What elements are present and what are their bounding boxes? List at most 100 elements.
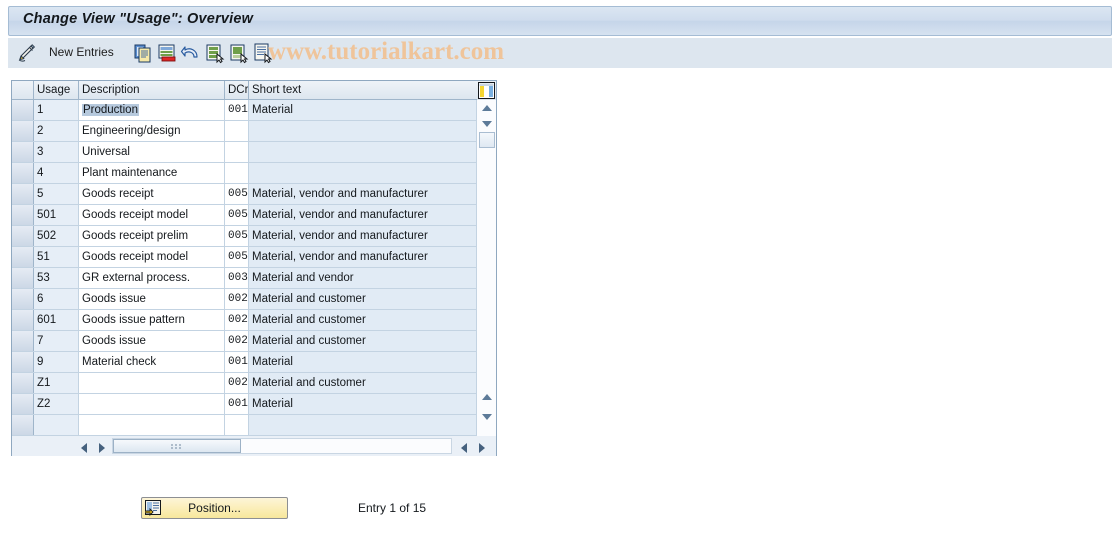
row-selector-cell[interactable] bbox=[12, 184, 34, 204]
table-row[interactable]: 9 Material check 001 Material bbox=[12, 352, 476, 373]
cell-short: Material, vendor and manufacturer bbox=[249, 247, 476, 267]
usage-table: Usage Description DCr Short text 1 Produc… bbox=[11, 80, 497, 456]
pencil-icon[interactable] bbox=[16, 42, 38, 64]
cell-short: Material and customer bbox=[249, 331, 476, 351]
cell-dcr: 003 bbox=[225, 268, 249, 288]
row-selector-cell[interactable] bbox=[12, 331, 34, 351]
cell-desc[interactable]: Goods issue pattern bbox=[79, 310, 225, 330]
table-row[interactable]: 6 Goods issue 002 Material and customer bbox=[12, 289, 476, 310]
vertical-scrollbar-thumb[interactable] bbox=[479, 132, 495, 148]
row-selector-cell[interactable] bbox=[12, 100, 34, 120]
table-row[interactable]: 3 Universal bbox=[12, 142, 476, 163]
cell-dcr: 005 bbox=[225, 247, 249, 267]
new-entries-button[interactable]: New Entries bbox=[49, 45, 114, 59]
cell-dcr bbox=[225, 121, 249, 141]
scroll-left-button[interactable] bbox=[76, 438, 92, 454]
scroll-page-up-button[interactable] bbox=[479, 390, 495, 405]
table-row[interactable]: 7 Goods issue 002 Material and customer bbox=[12, 331, 476, 352]
row-selector-cell[interactable] bbox=[12, 394, 34, 414]
cell-desc[interactable] bbox=[79, 373, 225, 393]
cell-desc[interactable]: Material check bbox=[79, 352, 225, 372]
row-selector-cell[interactable] bbox=[12, 373, 34, 393]
cell-short bbox=[249, 415, 476, 435]
table-header-row: Usage Description DCr Short text bbox=[12, 81, 496, 100]
cell-usage: 501 bbox=[34, 205, 79, 225]
cell-desc[interactable]: GR external process. bbox=[79, 268, 225, 288]
row-selector-cell[interactable] bbox=[12, 142, 34, 162]
horizontal-scrollbar-thumb[interactable] bbox=[113, 439, 241, 453]
scroll-far-right-button[interactable] bbox=[474, 438, 490, 454]
scroll-up-button[interactable] bbox=[479, 101, 495, 116]
table-row[interactable]: 2 Engineering/design bbox=[12, 121, 476, 142]
cell-desc[interactable]: Goods issue bbox=[79, 331, 225, 351]
cell-desc[interactable]: Goods receipt bbox=[79, 184, 225, 204]
row-selector-cell[interactable] bbox=[12, 289, 34, 309]
table-row[interactable]: 1 Production 001 Material bbox=[12, 100, 476, 121]
column-header-select[interactable] bbox=[12, 81, 34, 100]
cell-short: Material, vendor and manufacturer bbox=[249, 184, 476, 204]
table-row[interactable]: 5 Goods receipt 005 Material, vendor and ma… bbox=[12, 184, 476, 205]
scroll-right-button[interactable] bbox=[94, 438, 110, 454]
undo-icon[interactable] bbox=[180, 42, 202, 64]
cell-desc[interactable]: Universal bbox=[79, 142, 225, 162]
column-header-description[interactable]: Description bbox=[79, 81, 225, 100]
table-body: 1 Production 001 Material 2 Engineering/desig… bbox=[12, 100, 476, 436]
row-selector-cell[interactable] bbox=[12, 415, 34, 435]
cell-desc[interactable]: Engineering/design bbox=[79, 121, 225, 141]
cell-short bbox=[249, 121, 476, 141]
position-button-label: Position... bbox=[188, 501, 241, 515]
scroll-far-left-button[interactable] bbox=[456, 438, 472, 454]
cell-usage bbox=[34, 415, 79, 435]
row-selector-cell[interactable] bbox=[12, 268, 34, 288]
table-row[interactable]: Z1 002 Material and customer bbox=[12, 373, 476, 394]
cell-dcr: 002 bbox=[225, 373, 249, 393]
column-header-short-text[interactable]: Short text bbox=[249, 81, 476, 100]
horizontal-scrollbar[interactable] bbox=[12, 436, 496, 456]
cell-dcr: 005 bbox=[225, 205, 249, 225]
table-row[interactable]: Z2 001 Material bbox=[12, 394, 476, 415]
row-selector-cell[interactable] bbox=[12, 247, 34, 267]
cell-desc[interactable]: Goods receipt prelim bbox=[79, 226, 225, 246]
table-row[interactable]: 4 Plant maintenance bbox=[12, 163, 476, 184]
table-row[interactable]: 501 Goods receipt model 005 Material, vendo… bbox=[12, 205, 476, 226]
window-title-bar: Change View "Usage": Overview bbox=[8, 6, 1112, 36]
select-all-icon[interactable] bbox=[204, 42, 226, 64]
row-selector-cell[interactable] bbox=[12, 205, 34, 225]
cell-usage: 502 bbox=[34, 226, 79, 246]
cell-desc[interactable]: Production bbox=[79, 100, 225, 120]
row-selector-cell[interactable] bbox=[12, 226, 34, 246]
cell-usage: 3 bbox=[34, 142, 79, 162]
cell-dcr: 002 bbox=[225, 310, 249, 330]
scroll-down-button[interactable] bbox=[479, 117, 495, 132]
row-selector-cell[interactable] bbox=[12, 163, 34, 183]
table-settings-icon[interactable] bbox=[477, 81, 496, 100]
deselect-all-icon[interactable] bbox=[228, 42, 250, 64]
row-selector-cell[interactable] bbox=[12, 352, 34, 372]
cell-desc[interactable]: Plant maintenance bbox=[79, 163, 225, 183]
cell-desc[interactable] bbox=[79, 394, 225, 414]
cell-desc[interactable] bbox=[79, 415, 225, 435]
cell-desc[interactable]: Goods receipt model bbox=[79, 205, 225, 225]
table-row[interactable]: 502 Goods receipt prelim 005 Material, vend… bbox=[12, 226, 476, 247]
cell-desc[interactable]: Goods issue bbox=[79, 289, 225, 309]
cell-usage: Z1 bbox=[34, 373, 79, 393]
row-selector-cell[interactable] bbox=[12, 121, 34, 141]
cell-usage: 9 bbox=[34, 352, 79, 372]
table-row[interactable] bbox=[12, 415, 476, 436]
cell-short: Material bbox=[249, 394, 476, 414]
table-row[interactable]: 601 Goods issue pattern 002 Material and cu… bbox=[12, 310, 476, 331]
vertical-scrollbar[interactable] bbox=[476, 100, 496, 436]
cell-desc[interactable]: Goods receipt model bbox=[79, 247, 225, 267]
column-header-dcr[interactable]: DCr bbox=[225, 81, 249, 100]
table-row[interactable]: 51 Goods receipt model 005 Material, vendor… bbox=[12, 247, 476, 268]
scroll-page-down-button[interactable] bbox=[479, 410, 495, 425]
position-button[interactable]: Position... bbox=[141, 497, 288, 519]
cell-usage: 2 bbox=[34, 121, 79, 141]
copy-as-icon[interactable] bbox=[132, 42, 154, 64]
table-row[interactable]: 53 GR external process. 003 Material and ve… bbox=[12, 268, 476, 289]
column-header-usage[interactable]: Usage bbox=[34, 81, 79, 100]
delete-icon[interactable] bbox=[156, 42, 178, 64]
sap-gui-window: Change View "Usage": Overview New Entrie… bbox=[0, 0, 1120, 560]
row-selector-cell[interactable] bbox=[12, 310, 34, 330]
horizontal-scrollbar-track[interactable] bbox=[112, 438, 452, 454]
